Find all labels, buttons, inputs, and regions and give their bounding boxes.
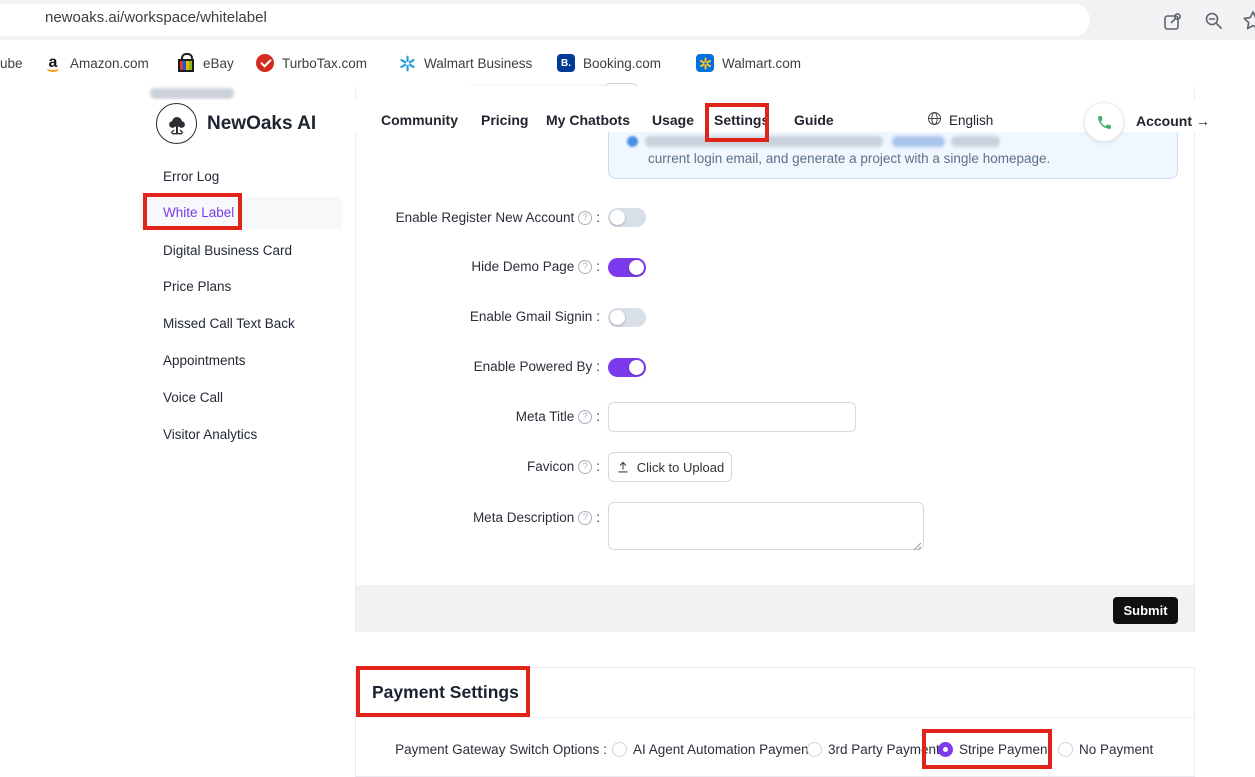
bookmarks-bar: ube a Amazon.com eBay TurboTax.com Walma…	[0, 40, 1255, 86]
toggle-powered-by[interactable]	[608, 358, 646, 377]
sidebar-item-white-label[interactable]: White Label	[163, 205, 234, 220]
booking-icon: B.	[557, 54, 575, 72]
resize-handle-icon[interactable]	[912, 538, 922, 548]
turbotax-icon	[256, 54, 274, 72]
radio-label-no-payment[interactable]: No Payment	[1079, 742, 1153, 757]
bookmark-label: Amazon.com	[70, 56, 149, 71]
redacted-text-blur	[951, 136, 1000, 147]
bookmark-label: TurboTax.com	[282, 56, 367, 71]
call-button[interactable]	[1084, 102, 1124, 142]
label-enable-powered-by: Enable Powered By :	[242, 359, 600, 374]
label-favicon: Favicon ? :	[242, 459, 600, 474]
brand-name: NewOaks AI	[207, 113, 316, 135]
redacted-link-blur	[892, 136, 945, 147]
redacted-text-blur	[645, 136, 883, 147]
help-icon[interactable]: ?	[578, 410, 592, 424]
favicon-upload-button[interactable]: Click to Upload	[608, 452, 732, 482]
form-footer	[356, 585, 1194, 631]
sidebar-item-error-log[interactable]: Error Log	[163, 169, 219, 184]
share-icon[interactable]	[1161, 9, 1185, 33]
account-link[interactable]: Account →	[1136, 113, 1210, 129]
sidebar-item-appointments[interactable]: Appointments	[163, 353, 246, 368]
upload-label: Click to Upload	[637, 460, 724, 475]
sidebar-item-visitor-analytics[interactable]: Visitor Analytics	[163, 427, 257, 442]
bookmark-ebay[interactable]: eBay	[177, 40, 234, 86]
favorites-star-icon[interactable]	[1241, 9, 1255, 33]
upload-icon	[616, 460, 630, 474]
language-selector[interactable]: English	[927, 111, 993, 129]
label-enable-gmail-signin: Enable Gmail Signin :	[242, 309, 600, 324]
bookmark-walmart[interactable]: Walmart.com	[696, 40, 801, 86]
help-icon[interactable]: ?	[578, 511, 592, 525]
nav-my-chatbots[interactable]: My Chatbots	[546, 112, 630, 128]
bookmark-label: Walmart.com	[722, 56, 801, 71]
newoaks-tree-icon	[156, 103, 197, 144]
help-icon[interactable]: ?	[578, 211, 592, 225]
help-icon[interactable]: ?	[578, 460, 592, 474]
meta-description-textarea[interactable]	[608, 502, 924, 550]
amazon-icon: a	[44, 54, 62, 72]
label-meta-title: Meta Title ? :	[242, 409, 600, 424]
nav-settings[interactable]: Settings	[714, 112, 769, 128]
bookmark-youtube-partial[interactable]: ube	[0, 40, 23, 86]
radio-label-ai-agent-automation-payment[interactable]: AI Agent Automation Payment	[633, 742, 812, 757]
nav-pricing[interactable]: Pricing	[481, 112, 528, 128]
bookmark-label: Walmart Business	[424, 56, 532, 71]
help-icon[interactable]: ?	[578, 260, 592, 274]
nav-usage[interactable]: Usage	[652, 112, 694, 128]
phone-icon	[1096, 114, 1113, 131]
nav-community[interactable]: Community	[381, 112, 458, 128]
radio-label-stripe-payment[interactable]: Stripe Payment	[959, 742, 1051, 757]
radio-stripe-payment[interactable]	[938, 742, 953, 757]
nav-guide[interactable]: Guide	[794, 112, 834, 128]
globe-icon	[927, 111, 942, 129]
bookmark-label: ube	[0, 56, 23, 71]
brand-logo[interactable]: NewOaks AI	[156, 103, 316, 144]
radio-no-payment[interactable]	[1058, 742, 1073, 757]
toggle-gmail-signin[interactable]	[608, 308, 646, 327]
bookmark-label: Booking.com	[583, 56, 661, 71]
language-label: English	[949, 113, 993, 128]
divider	[355, 717, 1195, 718]
info-icon	[627, 136, 638, 147]
url-text[interactable]: newoaks.ai/workspace/whitelabel	[45, 9, 267, 26]
walmart-spark-icon	[398, 54, 416, 72]
label-hide-demo-page: Hide Demo Page ? :	[242, 259, 600, 274]
label-enable-register: Enable Register New Account ? :	[242, 210, 600, 225]
bookmark-turbotax[interactable]: TurboTax.com	[256, 40, 367, 86]
walmart-square-icon	[696, 54, 714, 72]
meta-title-input[interactable]	[608, 402, 856, 432]
toggle-hide-demo-page[interactable]	[608, 258, 646, 277]
payment-settings-title: Payment Settings	[372, 682, 519, 703]
label-payment-gateway-options: Payment Gateway Switch Options :	[247, 742, 607, 757]
bookmark-walmart-business[interactable]: Walmart Business	[398, 40, 532, 86]
bookmark-booking[interactable]: B. Booking.com	[557, 40, 661, 86]
sidebar-item-price-plans[interactable]: Price Plans	[163, 279, 231, 294]
redacted-text-blur	[150, 88, 234, 99]
info-banner-text: current login email, and generate a proj…	[648, 151, 1050, 166]
radio-label-3rd-party-payment[interactable]: 3rd Party Payment	[828, 742, 940, 757]
toggle-enable-register[interactable]	[608, 208, 646, 227]
label-meta-description: Meta Description ? :	[242, 510, 600, 525]
sidebar-item-voice-call[interactable]: Voice Call	[163, 390, 223, 405]
browser-toolbar: newoaks.ai/workspace/whitelabel	[0, 0, 1255, 40]
radio-ai-agent-automation-payment[interactable]	[612, 742, 627, 757]
sidebar-item-digital-business-card[interactable]: Digital Business Card	[163, 243, 292, 258]
radio-3rd-party-payment[interactable]	[807, 742, 822, 757]
zoom-out-icon[interactable]	[1202, 9, 1226, 33]
submit-button[interactable]: Submit	[1113, 597, 1178, 624]
bookmark-label: eBay	[203, 56, 234, 71]
bookmark-amazon[interactable]: a Amazon.com	[44, 40, 149, 86]
ebay-icon	[178, 59, 194, 72]
